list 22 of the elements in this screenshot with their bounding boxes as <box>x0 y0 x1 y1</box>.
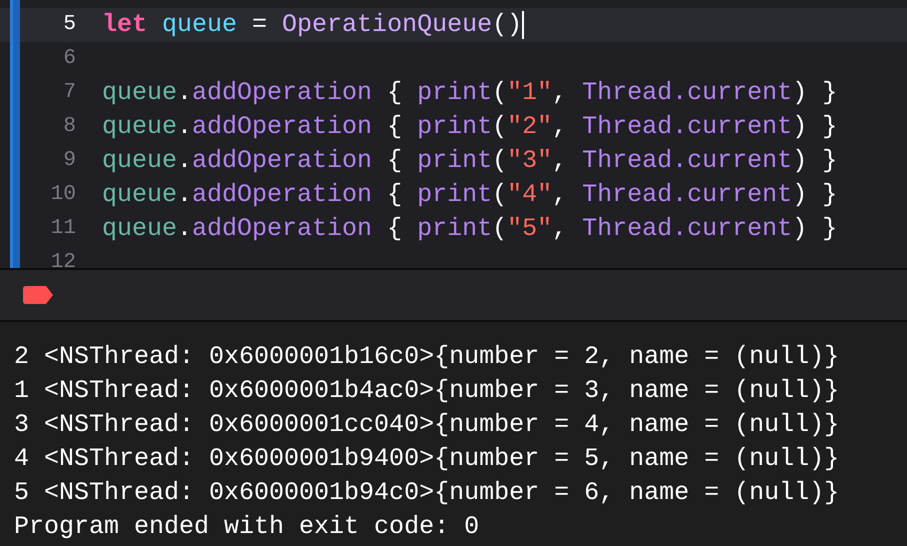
line-number: 8 <box>62 114 76 140</box>
code-line: queue.addOperation { print("4", Thread.current) } <box>102 179 838 211</box>
line-number: 5 <box>62 12 76 38</box>
line-number: 11 <box>50 216 76 242</box>
output-line: 2 <NSThread: 0x6000001b16c0>{number = 2, name = (null)} <box>14 341 840 373</box>
output-line: 1 <NSThread: 0x6000001b4ac0>{number = 3, name = (null)} <box>14 375 840 407</box>
line-number: 9 <box>62 148 76 174</box>
output-line: 4 <NSThread: 0x6000001b9400>{number = 5, name = (null)} <box>14 443 840 475</box>
code-line: queue.addOperation { print("1", Thread.current) } <box>102 77 838 109</box>
output-line: 5 <NSThread: 0x6000001b94c0>{number = 6, name = (null)} <box>14 477 840 509</box>
breakpoint-icon[interactable] <box>23 286 53 304</box>
output-line: Program ended with exit code: 0 <box>14 511 480 543</box>
code-line: let queue = OperationQueue() <box>102 9 522 41</box>
line-number: 7 <box>62 80 76 106</box>
code-line: queue.addOperation { print("3", Thread.current) } <box>102 145 838 177</box>
line-number: 6 <box>62 46 76 72</box>
output-line: 3 <NSThread: 0x6000001cc040>{number = 4, name = (null)} <box>14 409 840 441</box>
line-number: 12 <box>50 250 76 268</box>
code-line: queue.addOperation { print("2", Thread.current) } <box>102 111 838 143</box>
line-number: 10 <box>50 182 76 208</box>
code-line: queue.addOperation { print("5", Thread.current) } <box>102 213 838 245</box>
text-cursor <box>522 11 524 39</box>
